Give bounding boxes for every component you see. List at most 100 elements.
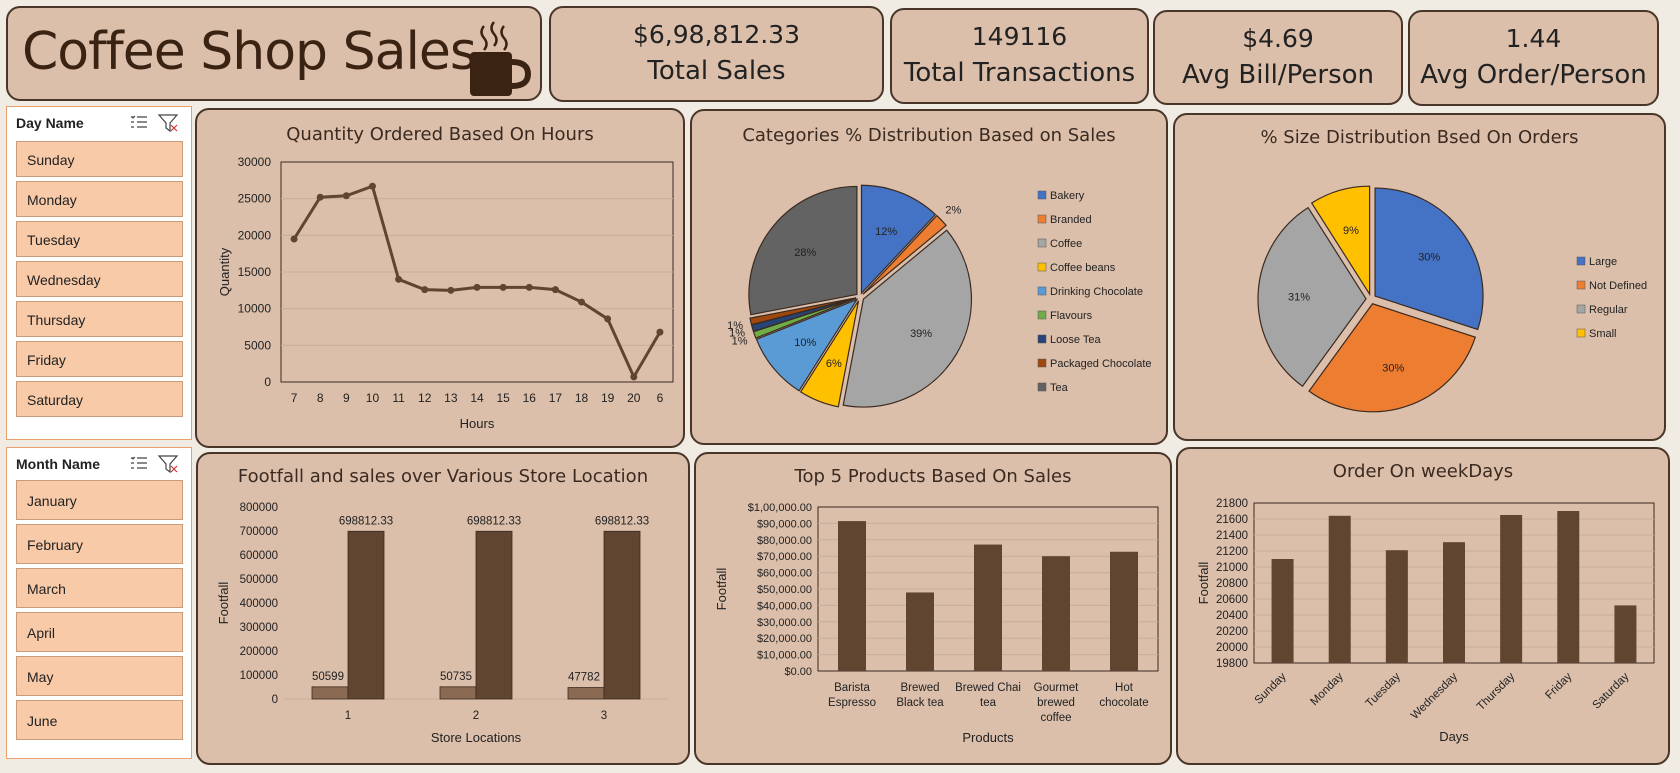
- clear-filter-icon[interactable]: [157, 455, 179, 474]
- y-tick-label: 300000: [240, 622, 278, 634]
- line-chart: 30000 25000 20000 15000 10000 5000 0 7 8 9 10 11 12 1…: [217, 155, 674, 431]
- data-label: 31%: [1288, 292, 1310, 304]
- y-tick-label: 15000: [238, 265, 272, 279]
- x-tick-label: Monday: [1308, 670, 1346, 708]
- legend-swatch: [1576, 256, 1586, 266]
- bar: [1110, 551, 1138, 671]
- slicer-item-thursday[interactable]: Thursday: [16, 301, 183, 337]
- chart-store-locations: Footfall and sales over Various Store Lo…: [196, 452, 690, 765]
- kpi-value: 1.44: [1505, 24, 1562, 53]
- kpi-value: $4.69: [1242, 24, 1314, 53]
- legend-swatch: [1037, 310, 1047, 320]
- y-axis-label: Footfall: [714, 568, 729, 611]
- y-tick-label: 800000: [240, 502, 278, 514]
- x-axis-label: Store Locations: [431, 730, 522, 745]
- y-tick-label: 20800: [1216, 578, 1248, 590]
- x-tick-label: brewed: [1037, 697, 1075, 709]
- chart-top-products: Top 5 Products Based On Sales $1,00,000.…: [694, 452, 1172, 765]
- slicer-item-may[interactable]: May: [16, 656, 183, 696]
- y-tick-label: 19800: [1216, 658, 1248, 670]
- bar: [603, 530, 641, 700]
- slicer-item-february[interactable]: February: [16, 524, 183, 564]
- x-tick-label: 20: [627, 391, 641, 405]
- x-tick-label: 11: [392, 391, 405, 405]
- y-tick-label: 600000: [240, 550, 278, 562]
- legend-label: Bakery: [1050, 190, 1085, 202]
- x-tick-label: Espresso: [828, 697, 876, 709]
- legend-label: Packaged Chocolate: [1050, 358, 1152, 370]
- data-point: [525, 283, 533, 291]
- y-tick-label: 21800: [1216, 498, 1248, 510]
- legend-swatch: [1037, 358, 1047, 368]
- multi-select-icon[interactable]: [131, 115, 147, 128]
- data-label: 47782: [568, 672, 600, 684]
- x-tick-label: 3: [601, 710, 607, 722]
- legend-swatch: [1037, 382, 1047, 392]
- slicer-item-friday[interactable]: Friday: [16, 341, 183, 377]
- x-tick-label: 10: [366, 391, 380, 405]
- legend-swatch: [1037, 214, 1047, 224]
- y-tick-label: $50,000.00: [757, 584, 812, 596]
- chart-size-pie: % Size Distribution Bsed On Orders 30% 30…: [1173, 113, 1666, 441]
- y-tick-label: 21400: [1216, 530, 1248, 542]
- x-tick-label: 15: [496, 391, 510, 405]
- slicer-item-saturday[interactable]: Saturday: [16, 381, 183, 417]
- legend-label: Regular: [1589, 304, 1628, 316]
- x-tick-label: 13: [444, 391, 458, 405]
- legend-swatch: [1037, 334, 1047, 344]
- y-tick-label: 200000: [240, 646, 278, 658]
- y-tick-label: $80,000.00: [757, 535, 812, 547]
- legend-swatch: [1037, 238, 1047, 248]
- legend-label: Flavours: [1050, 310, 1093, 322]
- kpi-total-transactions: 149116 Total Transactions: [890, 8, 1149, 104]
- x-tick-label: Tuesday: [1364, 670, 1404, 710]
- coffee-cup-icon: [470, 21, 532, 96]
- kpi-total-sales: $6,98,812.33 Total Sales: [549, 6, 884, 102]
- slicer-item-wednesday[interactable]: Wednesday: [16, 261, 183, 297]
- slicer-item-sunday[interactable]: Sunday: [16, 141, 183, 177]
- series-line: [292, 184, 662, 381]
- x-axis-label: Days: [1439, 729, 1469, 744]
- data-label: 9%: [1343, 225, 1359, 237]
- legend-label: Coffee: [1050, 238, 1082, 250]
- slicer-item-january[interactable]: January: [16, 480, 183, 520]
- slicer-item-june[interactable]: June: [16, 700, 183, 740]
- y-tick-label: 500000: [240, 574, 278, 586]
- legend-label: Small: [1589, 328, 1617, 340]
- slicer-item-monday[interactable]: Monday: [16, 181, 183, 217]
- legend-label: Tea: [1050, 382, 1069, 394]
- slicer-item-april[interactable]: April: [16, 612, 183, 652]
- y-axis-label: Quantity: [217, 247, 232, 296]
- multi-select-icon[interactable]: [131, 456, 147, 469]
- x-axis-label: Hours: [460, 416, 495, 431]
- kpi-value: 149116: [971, 22, 1068, 51]
- x-tick-label: 17: [549, 391, 563, 405]
- x-tick-label: 6: [657, 391, 664, 405]
- data-point: [368, 182, 376, 190]
- bar: [974, 544, 1002, 671]
- slicer-item-march[interactable]: March: [16, 568, 183, 608]
- bar-chart: 800000 700000 600000 500000 400000 300000 2000…: [216, 502, 668, 745]
- y-tick-label: 20400: [1216, 610, 1248, 622]
- legend-swatch: [1576, 328, 1586, 338]
- slicer-item-tuesday[interactable]: Tuesday: [16, 221, 183, 257]
- bar-chart: 21800 21600 21400 21200 21000 20800 20600 20400…: [1196, 498, 1655, 744]
- data-label: 2%: [945, 204, 961, 216]
- x-tick-label: coffee: [1040, 712, 1071, 724]
- data-point: [656, 328, 664, 336]
- y-tick-label: 25000: [238, 192, 272, 206]
- legend-label: Not Defined: [1589, 280, 1647, 292]
- data-label: 698812.33: [339, 515, 393, 527]
- y-tick-label: $30,000.00: [757, 617, 812, 629]
- legend-label: Branded: [1050, 214, 1092, 226]
- kpi-avg-bill: $4.69 Avg Bill/Person: [1153, 10, 1403, 105]
- y-tick-label: 10000: [238, 302, 272, 316]
- data-point: [473, 283, 481, 291]
- y-tick-label: 400000: [240, 598, 278, 610]
- data-label: 30%: [1418, 252, 1440, 264]
- clear-filter-icon[interactable]: [157, 114, 179, 133]
- data-label: 12%: [875, 226, 897, 238]
- x-tick-label: Wednesday: [1409, 670, 1460, 721]
- x-tick-label: Gourmet: [1034, 682, 1080, 694]
- x-tick-label: tea: [980, 697, 997, 709]
